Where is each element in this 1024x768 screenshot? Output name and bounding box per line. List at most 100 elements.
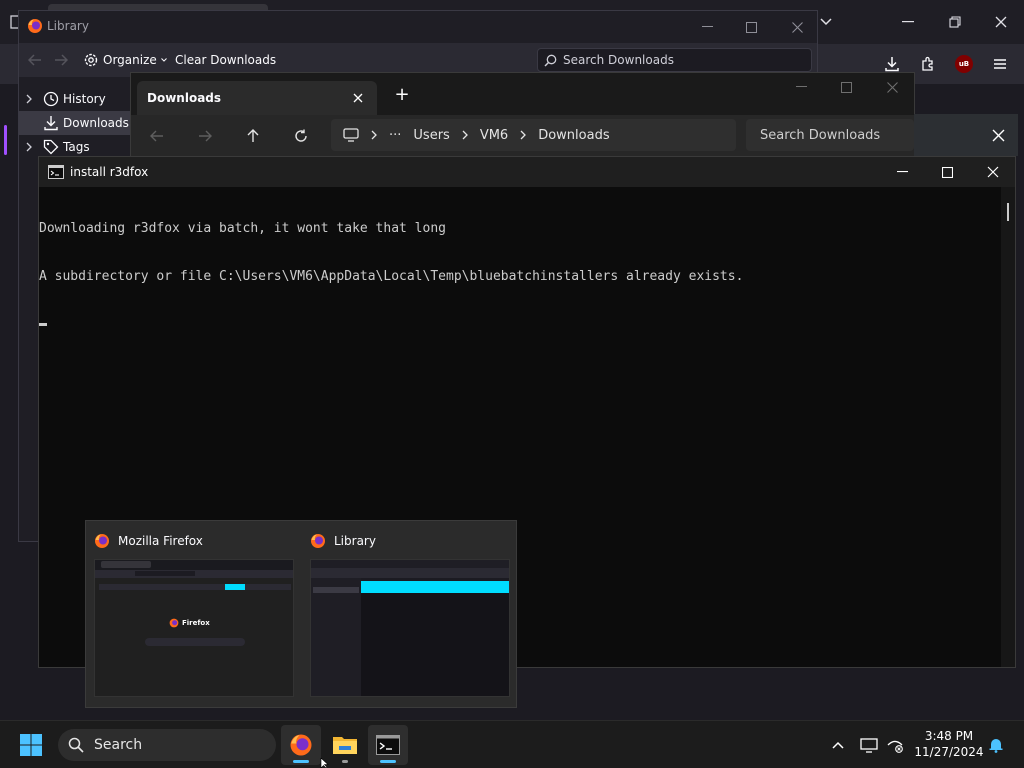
close-icon[interactable] [990,127,1006,143]
close-tab-icon[interactable] [351,91,365,105]
maximize-icon[interactable] [739,17,763,37]
forward-arrow-icon[interactable] [195,126,215,146]
tab-title: Downloads [147,91,222,105]
ublock-badge: uB [955,55,973,73]
search-icon [68,737,84,753]
file-explorer-window: Downloads + ··· Users VM6 Downloads Sear… [130,72,915,158]
explorer-tabbar: Downloads + [131,73,914,115]
scrollbar-thumb[interactable] [1007,203,1009,221]
cmd-line: A subdirectory or file C:\Users\VM6\AppD… [39,269,744,284]
preview-firefox-wordmark: Firefox [169,618,210,628]
taskbar: Search 3:48 PM 11/27/2024 [0,720,1024,768]
cmd-icon [48,165,64,179]
preview-thumbnail-library[interactable] [310,559,510,697]
library-title: Library [47,19,89,33]
library-titlebar: Library [19,11,817,43]
mouse-cursor-icon [320,758,330,768]
sidebar-item-downloads[interactable]: Downloads [19,111,131,135]
search-clear-area [914,114,1018,156]
ublock-icon[interactable]: uB [952,52,976,76]
preview-title-library[interactable]: Library [310,531,376,551]
maximize-icon[interactable] [836,79,856,95]
chevron-right-icon [19,94,39,104]
network-disconnected-icon[interactable] [884,735,906,755]
gear-icon [83,52,99,68]
monitor-icon [343,128,359,142]
chevron-up-icon[interactable] [828,735,848,755]
windows-start-icon[interactable] [18,732,44,758]
back-arrow-icon[interactable] [147,126,167,146]
download-icon [43,115,59,131]
tag-icon [43,139,59,155]
firefox-logo-icon [94,533,110,549]
chevron-down-icon [160,58,167,62]
cmd-titlebar: install r3dfox [39,157,1015,187]
taskbar-preview-popup: Mozilla Firefox Firefox Library [85,520,517,708]
new-tab-button[interactable]: + [393,84,411,105]
breadcrumb-vm6[interactable]: VM6 [480,128,508,143]
chevron-right-icon [462,130,468,140]
up-arrow-icon[interactable] [243,126,263,146]
sidebar-accent [4,125,7,155]
minimize-icon[interactable] [695,17,719,37]
close-icon[interactable] [989,10,1013,34]
clear-downloads-button[interactable]: Clear Downloads [175,53,276,67]
firefox-logo-icon [310,533,326,549]
tab-downloads[interactable]: Downloads [137,81,377,115]
sidebar-item-label: History [63,92,106,106]
close-icon[interactable] [982,162,1004,182]
explorer-search-placeholder: Search Downloads [760,127,881,143]
notification-bell-icon[interactable] [986,735,1006,755]
close-icon[interactable] [785,17,809,37]
running-indicator [380,760,396,763]
refresh-icon[interactable] [291,126,311,146]
organize-label: Organize [103,53,157,67]
minimize-icon[interactable] [791,79,811,95]
cmd-scrollbar[interactable] [1001,187,1015,667]
back-arrow-icon[interactable] [25,51,45,69]
clock-date: 11/27/2024 [914,745,984,759]
explorer-search-input[interactable]: Search Downloads [746,119,914,151]
maximize-icon[interactable] [936,162,958,182]
minimize-icon[interactable] [896,10,920,34]
library-search-input[interactable]: Search Downloads [537,48,812,72]
preview-label: Mozilla Firefox [118,534,203,548]
system-clock[interactable]: 3:48 PM 11/27/2024 [914,728,984,760]
chevron-right-icon [19,142,39,152]
minimize-icon[interactable] [891,162,913,182]
running-indicator [342,760,348,763]
running-indicator [293,760,309,763]
restore-icon[interactable] [943,10,967,34]
menu-icon[interactable] [988,52,1012,76]
taskbar-search-box[interactable]: Search [58,729,276,761]
breadcrumb-ellipsis[interactable]: ··· [389,128,401,143]
folder-icon [332,734,358,756]
forward-arrow-icon[interactable] [51,51,71,69]
organize-button[interactable]: Organize [83,50,167,70]
preview-thumbnail-firefox[interactable]: Firefox [94,559,294,697]
cmd-cursor [39,323,47,326]
taskbar-search-label: Search [94,737,143,753]
taskbar-cmd[interactable] [368,725,408,765]
chevron-right-icon [520,130,527,140]
cmd-title: install r3dfox [70,165,149,179]
cmd-line: Downloading r3dfox via batch, it wont ta… [39,221,446,236]
breadcrumb-downloads[interactable]: Downloads [538,128,609,143]
address-bar[interactable]: ··· Users VM6 Downloads [331,119,736,151]
search-icon [544,54,557,67]
firefox-logo-icon [289,733,313,757]
explorer-navbar: ··· Users VM6 Downloads Search Downloads [131,115,914,157]
sidebar-item-history[interactable]: History [19,87,131,111]
taskbar-firefox[interactable] [281,725,321,765]
extensions-icon[interactable] [916,52,940,76]
preview-label: Library [334,534,376,548]
breadcrumb-users[interactable]: Users [413,128,449,143]
library-search-placeholder: Search Downloads [563,53,674,67]
preview-title-firefox[interactable]: Mozilla Firefox [94,531,203,551]
display-icon[interactable] [858,735,880,755]
sidebar-item-label: Downloads [63,116,129,130]
taskbar-file-explorer[interactable] [325,725,365,765]
clock-time: 3:48 PM [924,729,974,743]
close-icon[interactable] [882,79,902,95]
firefox-logo-icon [27,18,43,34]
